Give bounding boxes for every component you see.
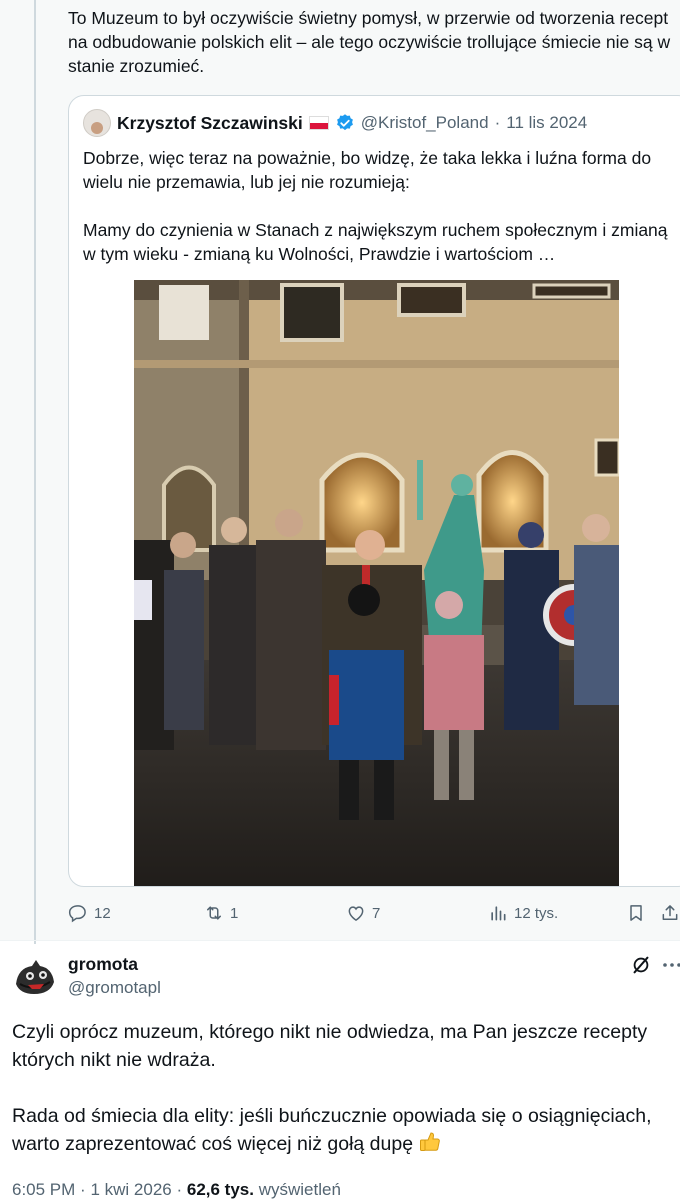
reply-icon xyxy=(68,905,86,923)
post-text: Czyli oprócz muzeum, którego nikt nie od… xyxy=(12,1018,680,1186)
view-count: 12 tys. xyxy=(514,904,559,922)
repost-count: 1 xyxy=(230,904,239,922)
thread-line xyxy=(34,0,36,944)
reply-count: 12 xyxy=(94,904,111,922)
more-icon[interactable] xyxy=(662,958,680,972)
post-author-handle[interactable]: @gromotapl xyxy=(68,978,161,998)
verified-icon xyxy=(336,114,353,131)
repost-button[interactable]: 1 xyxy=(204,900,238,926)
quoted-tweet-header: Krzysztof Szczawinski @Kristof_Poland · … xyxy=(83,108,587,138)
quoted-paragraph-1: Dobrze, więc teraz na poważnie, bo widzę… xyxy=(83,148,652,192)
quoted-paragraph-2: Mamy do czynienia w Stanach z największy… xyxy=(83,220,668,264)
poland-flag-icon xyxy=(308,116,329,130)
quoted-photo[interactable] xyxy=(134,280,619,886)
post-view-count: 62,6 tys. xyxy=(186,1180,254,1199)
reply-button[interactable]: 12 xyxy=(68,900,111,926)
repost-icon xyxy=(207,906,221,920)
reply-text: To Muzeum to był oczywiście świetny pomy… xyxy=(68,8,671,76)
bookmark-icon xyxy=(630,905,642,921)
like-icon xyxy=(348,906,364,921)
meta-dot: · xyxy=(80,1180,86,1199)
post-paragraph-2: Rada od śmiecia dla elity: jeśli buńczuc… xyxy=(12,1102,680,1158)
meta-dot: · xyxy=(176,1180,183,1199)
share-button[interactable] xyxy=(660,900,680,926)
quoted-author-name[interactable]: Krzysztof Szczawinski xyxy=(117,113,303,134)
post-paragraph-1: Czyli oprócz muzeum, którego nikt nie od… xyxy=(12,1021,648,1071)
grok-icon[interactable] xyxy=(630,954,652,976)
post-date[interactable]: 1 kwi 2026 xyxy=(90,1180,171,1199)
post-meta: 6:05 PM · 1 kwi 2026 · 62,6 tys. wyświet… xyxy=(12,1180,341,1200)
quoted-tweet-card[interactable]: Krzysztof Szczawinski @Kristof_Poland · … xyxy=(68,95,680,887)
post-views-label: wyświetleń xyxy=(258,1180,341,1199)
quoted-author-handle[interactable]: @Kristof_Poland xyxy=(361,113,489,133)
share-icon xyxy=(662,905,678,920)
quoted-tweet-actions: 12 1 7 12 tys. xyxy=(68,900,680,930)
quoted-date[interactable]: 11 lis 2024 xyxy=(506,113,587,133)
post-time[interactable]: 6:05 PM xyxy=(12,1180,75,1199)
street-scene-photo xyxy=(134,280,619,886)
like-button[interactable]: 7 xyxy=(346,900,380,926)
views-button[interactable]: 12 tys. xyxy=(488,900,558,926)
views-icon xyxy=(491,906,506,921)
post-author-name[interactable]: gromota xyxy=(68,954,138,975)
quoted-tweet-text: Dobrze, więc teraz na poważnie, bo widzę… xyxy=(83,146,678,266)
divider xyxy=(0,940,680,941)
like-count: 7 xyxy=(372,904,381,922)
avatar[interactable] xyxy=(10,954,58,1002)
post-paragraph-2-text: Rada od śmiecia dla elity: jeśli buńczuc… xyxy=(12,1105,652,1155)
avatar[interactable] xyxy=(83,109,111,137)
thumbs-up-emoji xyxy=(420,1132,441,1151)
separator-dot: · xyxy=(494,113,501,132)
bookmark-button[interactable] xyxy=(626,900,646,926)
